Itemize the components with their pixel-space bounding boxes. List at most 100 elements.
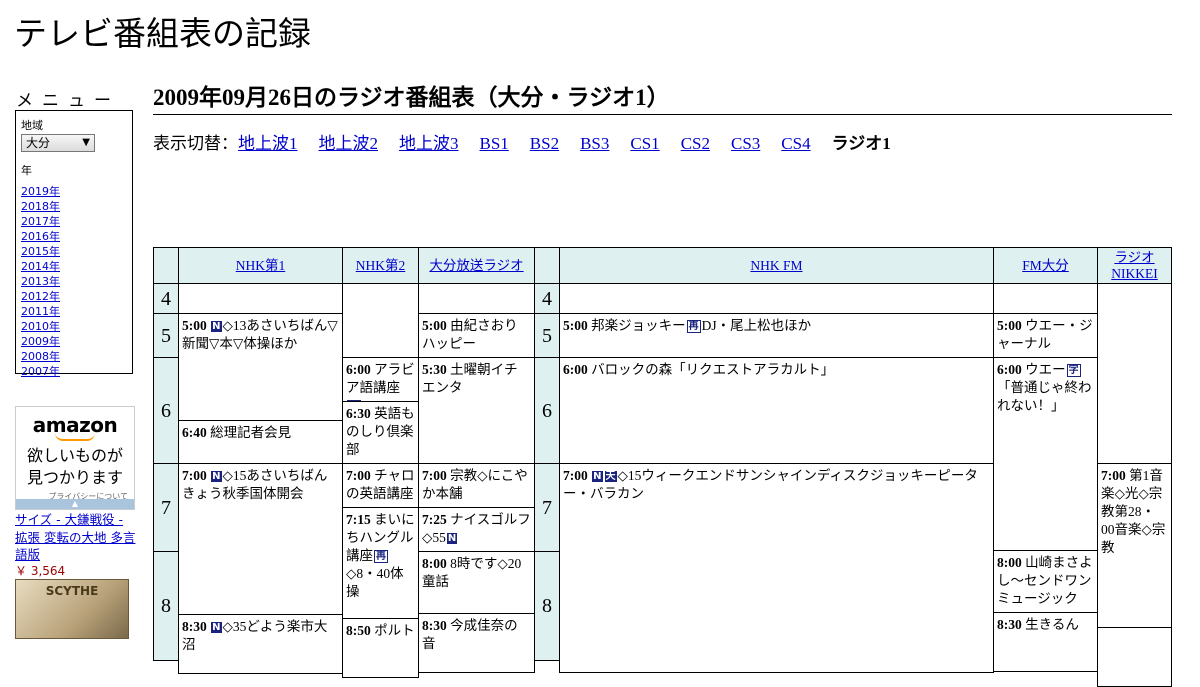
program-cell[interactable]: 5:00 邦楽ジョッキー再 DJ・尾上松也ほか: [559, 313, 994, 358]
program-cell[interactable]: 5:30 土曜朝イチエンタ: [418, 357, 535, 464]
site-title: テレビ番組表の記録: [14, 14, 311, 53]
switcher-link[interactable]: 地上波3: [399, 134, 459, 153]
program-cell[interactable]: 8:30 N ◇35どよう楽市大沼: [178, 614, 343, 674]
program-title: ポルト: [374, 623, 415, 638]
switcher-current: ラジオ1: [831, 134, 891, 153]
year-link[interactable]: 2018年: [21, 200, 60, 213]
program-cell[interactable]: 7:00 宗教◇にこやか本舗: [418, 463, 535, 508]
program-time: 7:00: [1101, 468, 1126, 483]
program-time: 6:00: [346, 362, 371, 377]
year-item: 2013年: [21, 274, 127, 289]
region-select[interactable]: 大分 ▼: [21, 134, 95, 152]
program-cell[interactable]: 6:00 アラビア語講座再: [342, 357, 419, 402]
program-cell[interactable]: 7:15 まいにちハングル講座 再◇8・40体操: [342, 507, 419, 619]
empty-slot: [342, 283, 419, 358]
product-price: ￥ 3,564: [15, 564, 66, 578]
news-badge-icon: N: [211, 321, 222, 332]
program-cell[interactable]: 5:00 N ◇13あさいちばん▽新聞▽本▽体操ほか: [178, 313, 343, 421]
year-item: 2016年: [21, 229, 127, 244]
program-cell[interactable]: 6:00 ウエー 字「普通じゃ終われない！」: [993, 357, 1098, 551]
switcher-link[interactable]: 地上波1: [238, 134, 298, 153]
year-link[interactable]: 2015年: [21, 245, 60, 258]
channel-link[interactable]: NHK第2: [356, 258, 406, 274]
channel-header: NHK第1: [178, 247, 343, 284]
empty-slot: [993, 283, 1098, 314]
switcher-link[interactable]: 地上波2: [319, 134, 379, 153]
program-time: 5:00: [182, 318, 207, 333]
year-item: 2017年: [21, 214, 127, 229]
program-cell[interactable]: 5:00 ウエー・ジャーナル: [993, 313, 1098, 358]
program-cell[interactable]: 7:00 N ◇15あさいちばんきょう秋季国体開会: [178, 463, 343, 615]
amazon-ad[interactable]: amazon 欲しいものが 見つかります プライバシーについて ▲: [15, 406, 135, 510]
year-link[interactable]: 2011年: [21, 305, 60, 318]
switcher-link[interactable]: CS3: [731, 134, 760, 153]
program-cell[interactable]: 6:30 英語ものしり倶楽部: [342, 401, 419, 464]
product-title-link[interactable]: サイズ - 大鎌戦役 - 拡張 変転の大地 多言語版: [15, 511, 137, 564]
program-cell[interactable]: 5:00 由紀さおりハッピー: [418, 313, 535, 358]
program-cell[interactable]: 8:50 ポルト: [342, 618, 419, 678]
program-cell[interactable]: 7:00 チャロの英語講座: [342, 463, 419, 508]
program-time: 5:00: [422, 318, 447, 333]
product-image[interactable]: SCYTHE: [15, 579, 129, 639]
program-time: 7:25: [422, 512, 447, 527]
year-item: 2008年: [21, 349, 127, 364]
empty-slot: [418, 283, 535, 314]
program-cell[interactable]: 7:25 ナイスゴルフ◇55 N: [418, 507, 535, 552]
year-item: 2015年: [21, 244, 127, 259]
channel-header: FM大分: [993, 247, 1098, 284]
program-cell[interactable]: 6:00 バロックの森「リクエストアラカルト」: [559, 357, 994, 464]
switcher-label: 表示切替：: [153, 134, 238, 153]
hour-label: 4: [534, 283, 560, 314]
program-time: 6:30: [346, 406, 371, 421]
year-link[interactable]: 2012年: [21, 290, 60, 303]
channel-switcher: 表示切替：地上波1 地上波2 地上波3 BS1 BS2 BS3 CS1 CS2 CS3 CS4 ラジ…: [153, 134, 891, 154]
switcher-link[interactable]: BS3: [580, 134, 609, 153]
switcher-link[interactable]: CS1: [630, 134, 659, 153]
switcher-link[interactable]: BS1: [480, 134, 509, 153]
ad-tagline-line-1: 欲しいものが: [26, 446, 123, 465]
year-item: 2009年: [21, 334, 127, 349]
region-select-value: 大分: [26, 136, 51, 150]
switcher-link[interactable]: CS4: [781, 134, 810, 153]
switcher-link[interactable]: BS2: [530, 134, 559, 153]
program-title: ◇15ウィークエンドサンシャインディスクジョッキーピーター・バラカン: [563, 468, 978, 501]
switcher-link[interactable]: CS2: [681, 134, 710, 153]
program-time: 8:00: [997, 555, 1022, 570]
hour-label: 5: [153, 313, 179, 358]
page-heading: 2009年09月26日のラジオ番組表（大分・ラジオ1）: [153, 82, 1172, 115]
year-link[interactable]: 2013年: [21, 275, 60, 288]
empty-slot: [1097, 283, 1172, 464]
program-cell[interactable]: 8:00 山崎まさよし～センドワンミュージック: [993, 550, 1098, 613]
news-badge-icon: N: [211, 622, 222, 633]
program-time: 5:00: [997, 318, 1022, 333]
badge-icon: 天: [604, 471, 617, 482]
year-item: 2018年: [21, 199, 127, 214]
year-link[interactable]: 2019年: [21, 185, 60, 198]
news-badge-icon: N: [446, 533, 458, 544]
year-link[interactable]: 2009年: [21, 335, 60, 348]
channel-link[interactable]: 大分放送ラジオ: [429, 258, 523, 274]
hour-header-blank: [153, 247, 179, 284]
program-cell[interactable]: 8:30 今成佳奈の音: [418, 613, 535, 673]
program-cell[interactable]: 8:00 8時です◇20童話: [418, 551, 535, 614]
year-link[interactable]: 2007年: [21, 365, 60, 378]
channel-link[interactable]: ラジオNIKKEI: [1101, 250, 1168, 282]
year-link[interactable]: 2008年: [21, 350, 60, 363]
program-title: 総理記者会見: [210, 425, 292, 440]
program-cell[interactable]: 7:00 N 天 ◇15ウィークエンドサンシャインディスクジョッキーピーター・バラカ…: [559, 463, 994, 673]
channel-link[interactable]: FM大分: [1022, 258, 1069, 274]
channel-header: 大分放送ラジオ: [418, 247, 535, 284]
program-time: 6:00: [997, 362, 1022, 377]
program-time: 7:00: [346, 468, 371, 483]
year-link[interactable]: 2014年: [21, 260, 60, 273]
year-link[interactable]: 2016年: [21, 230, 60, 243]
channel-link[interactable]: NHK第1: [236, 258, 286, 274]
program-time: 6:00: [563, 362, 588, 377]
program-cell[interactable]: 6:40 総理記者会見: [178, 420, 343, 464]
year-list: 2019年 2018年 2017年 2016年 2015年 2014年 2013年 2012年…: [21, 184, 127, 379]
channel-link[interactable]: NHK FM: [750, 258, 802, 274]
program-cell[interactable]: 8:30 生きるん: [993, 612, 1098, 672]
program-cell[interactable]: 7:00 第1音楽◇光◇宗教第28・00音楽◇宗教: [1097, 463, 1172, 628]
year-link[interactable]: 2017年: [21, 215, 60, 228]
year-link[interactable]: 2010年: [21, 320, 60, 333]
